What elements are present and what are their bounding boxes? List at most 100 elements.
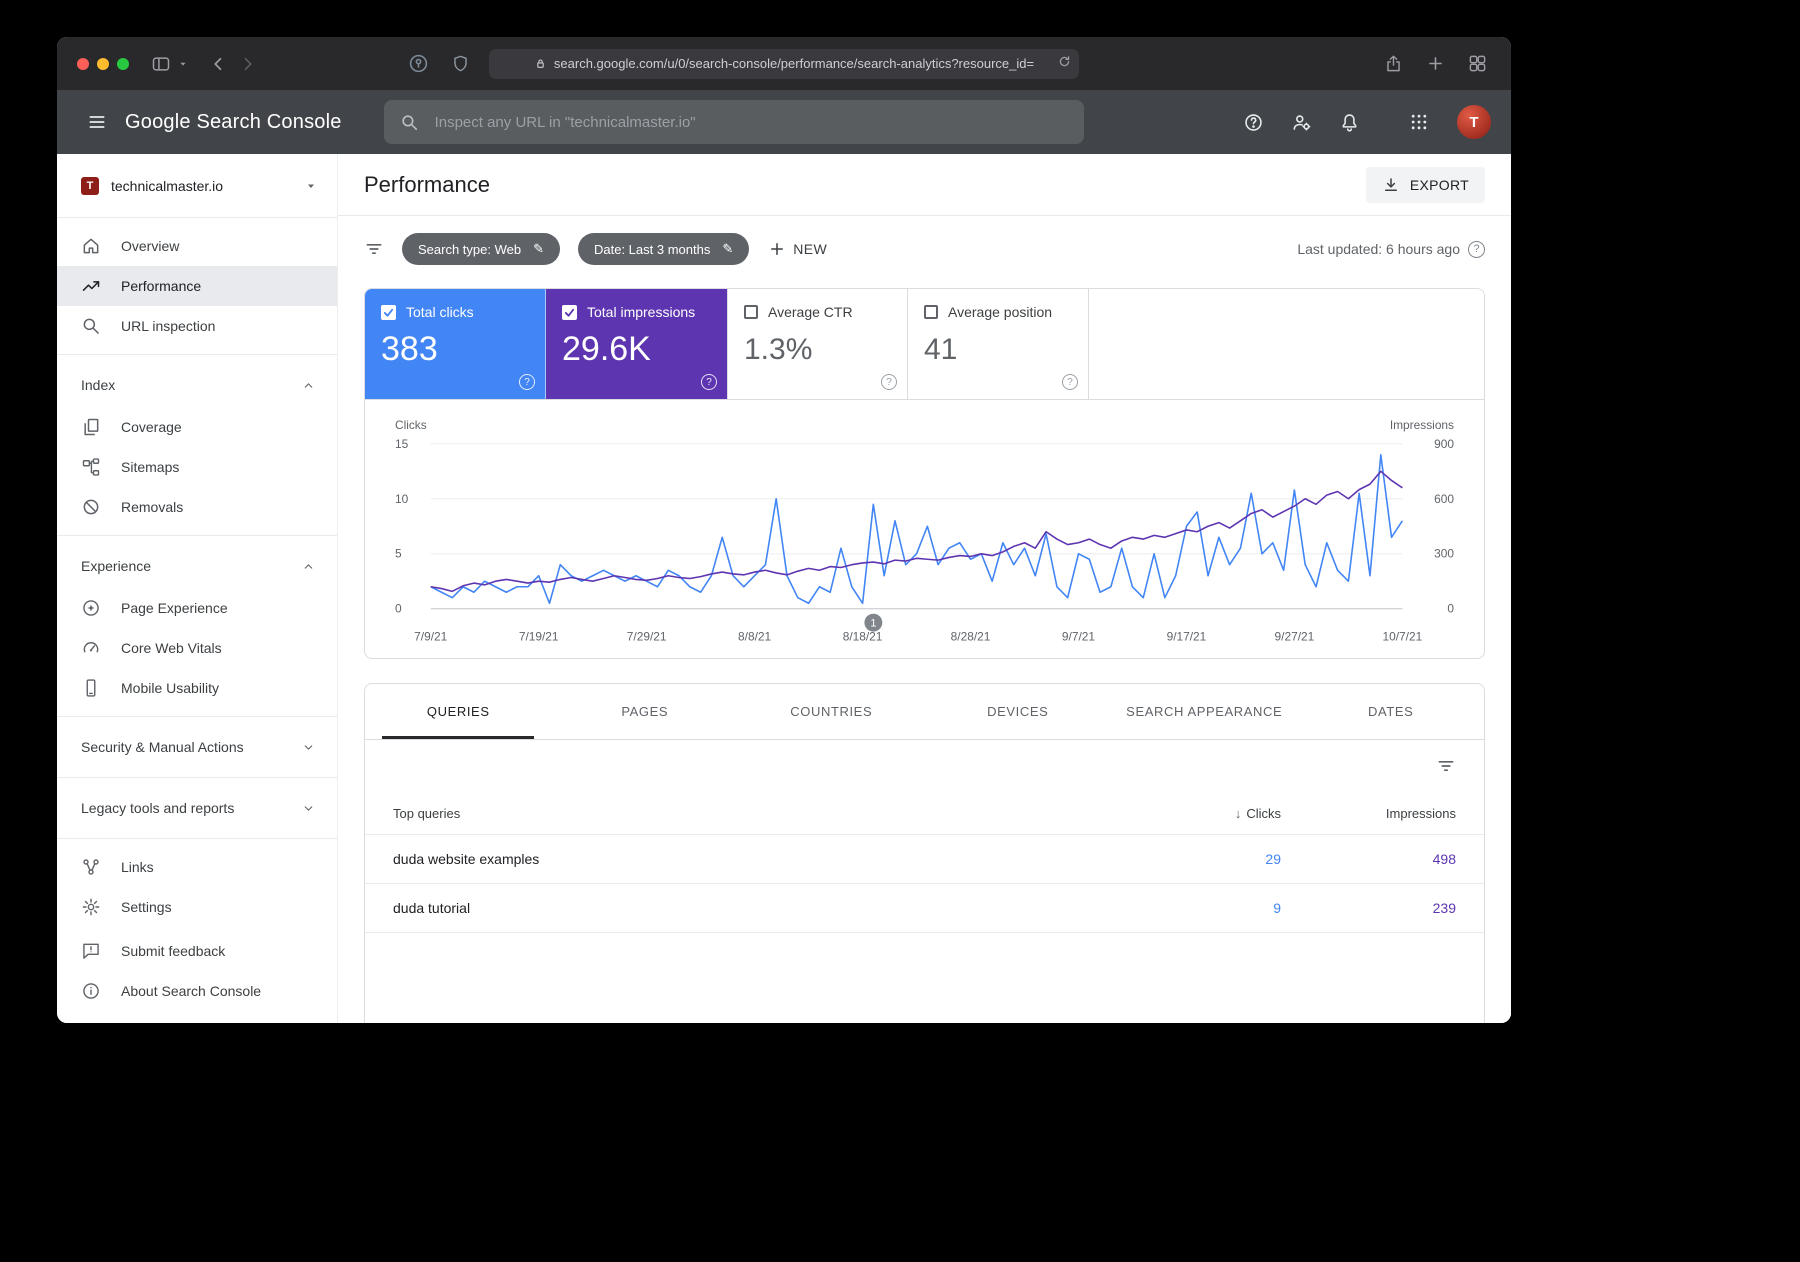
sidebar-item-overview[interactable]: Overview — [57, 226, 337, 266]
checkbox-checked-icon[interactable] — [381, 304, 396, 320]
tab-devices[interactable]: DEVICES — [925, 684, 1112, 739]
chip-label: Date: Last 3 months — [594, 241, 711, 257]
tab-pages[interactable]: PAGES — [552, 684, 739, 739]
url-inspect-input[interactable] — [432, 112, 1068, 132]
sidebar-item-performance[interactable]: Performance — [57, 266, 337, 306]
section-header-index[interactable]: Index — [57, 363, 337, 407]
sidebar-item-core-web-vitals[interactable]: Core Web Vitals — [57, 628, 337, 668]
forward-button[interactable] — [233, 50, 261, 78]
table-toolbar — [365, 740, 1484, 792]
metric-tile-average-ctr[interactable]: Average CTR 1.3% ? — [727, 289, 908, 399]
section-header-legacy-tools[interactable]: Legacy tools and reports — [57, 786, 337, 830]
zoom-window-button[interactable] — [117, 57, 129, 70]
help-icon[interactable]: ? — [1468, 240, 1485, 258]
performance-line-chart[interactable]: Clicks Impressions 0 5 10 15 0 300 600 900 7/9/21 7… — [391, 414, 1458, 654]
checkbox-checked-icon[interactable] — [562, 304, 577, 320]
metric-value: 29.6K — [562, 330, 651, 368]
svg-text:0: 0 — [1447, 602, 1454, 616]
shield-extension-icon[interactable] — [446, 50, 474, 78]
sidebar-item-sitemaps[interactable]: Sitemaps — [57, 447, 337, 487]
divider — [57, 535, 337, 536]
sidebar-toggle-icon[interactable] — [147, 50, 175, 78]
sidebar-item-url-inspection[interactable]: URL inspection — [57, 306, 337, 346]
metric-tile-average-position[interactable]: Average position 41 ? — [908, 289, 1089, 399]
chrome-right-buttons — [1379, 50, 1491, 78]
google-apps-grid-icon[interactable] — [1399, 102, 1439, 142]
tab-queries[interactable]: QUERIES — [365, 684, 552, 739]
back-button[interactable] — [205, 50, 233, 78]
property-selector[interactable]: T technicalmaster.io — [57, 154, 337, 218]
query-cell[interactable]: duda tutorial — [393, 900, 1106, 916]
sidebar-item-removals[interactable]: Removals — [57, 487, 337, 527]
table-filter-icon[interactable] — [1436, 756, 1456, 776]
tab-dates[interactable]: DATES — [1298, 684, 1485, 739]
section-header-security[interactable]: Security & Manual Actions — [57, 725, 337, 769]
metric-tile-total-clicks[interactable]: Total clicks 383 ? — [365, 289, 546, 399]
query-cell[interactable]: duda website examples — [393, 851, 1106, 867]
edit-pencil-icon: ✎ — [722, 241, 734, 256]
sidebar-item-page-experience[interactable]: Page Experience — [57, 588, 337, 628]
minimize-window-button[interactable] — [97, 57, 109, 70]
app-logo[interactable]: Google Search Console — [125, 111, 342, 134]
sidebar-item-about[interactable]: About Search Console — [57, 971, 337, 1011]
sidebar-item-coverage[interactable]: Coverage — [57, 407, 337, 447]
metric-value: 41 — [924, 333, 958, 366]
svg-text:7/19/21: 7/19/21 — [519, 630, 559, 644]
section-label: Index — [81, 377, 116, 393]
trending-up-icon — [81, 276, 101, 296]
sidebar-item-label: URL inspection — [121, 318, 216, 334]
sidebar-item-settings[interactable]: Settings — [57, 887, 337, 927]
url-inspect-searchbar[interactable] — [383, 100, 1084, 144]
sidebar-caret-icon[interactable] — [175, 50, 191, 78]
section-header-experience[interactable]: Experience — [57, 544, 337, 588]
filter-chip-date-range[interactable]: Date: Last 3 months ✎ — [578, 233, 750, 265]
impressions-cell: 498 — [1432, 851, 1456, 868]
column-header-queries[interactable]: Top queries — [393, 806, 1106, 821]
help-icon[interactable] — [1233, 102, 1273, 142]
table-row[interactable]: duda tutorial 9 239 — [365, 883, 1484, 932]
chevron-up-icon — [302, 560, 315, 573]
help-icon[interactable]: ? — [519, 374, 535, 390]
tab-overview-icon[interactable] — [1463, 50, 1491, 78]
sidebar-item-submit-feedback[interactable]: Submit feedback — [57, 931, 337, 971]
traffic-lights — [77, 57, 129, 70]
hamburger-menu-icon[interactable] — [77, 102, 117, 142]
svg-text:8/28/21: 8/28/21 — [951, 630, 991, 644]
new-filter-button[interactable]: NEW — [767, 239, 827, 259]
help-icon[interactable]: ? — [881, 374, 897, 390]
svg-text:10: 10 — [395, 492, 409, 506]
manage-accounts-icon[interactable] — [1281, 102, 1321, 142]
svg-text:8/18/21: 8/18/21 — [843, 630, 883, 644]
share-icon[interactable] — [1379, 50, 1407, 78]
checkbox-unchecked-icon[interactable] — [744, 305, 758, 319]
filter-chip-search-type[interactable]: Search type: Web ✎ — [402, 233, 560, 265]
sidebar-item-mobile-usability[interactable]: Mobile Usability — [57, 668, 337, 708]
search-icon — [81, 316, 101, 336]
tab-countries[interactable]: COUNTRIES — [738, 684, 925, 739]
metric-tile-total-impressions[interactable]: Total impressions 29.6K ? — [546, 289, 727, 399]
export-button[interactable]: EXPORT — [1365, 166, 1485, 203]
help-icon[interactable]: ? — [1062, 374, 1078, 390]
svg-text:15: 15 — [395, 437, 409, 451]
avatar[interactable]: T — [1457, 105, 1491, 139]
divider — [57, 354, 337, 355]
speedometer-icon — [81, 638, 101, 658]
new-tab-icon[interactable] — [1421, 50, 1449, 78]
impressions-cell: 239 — [1432, 900, 1456, 917]
tab-search-appearance[interactable]: SEARCH APPEARANCE — [1111, 684, 1298, 739]
table-row[interactable]: duda website examples 29 498 — [365, 834, 1484, 883]
address-bar[interactable]: search.google.com/u/0/search-console/per… — [489, 48, 1079, 79]
sidebar-item-links[interactable]: Links — [57, 847, 337, 887]
password-manager-extension-icon[interactable] — [404, 50, 432, 78]
column-header-clicks[interactable]: ↓ Clicks — [1106, 806, 1281, 821]
checkbox-unchecked-icon[interactable] — [924, 305, 938, 319]
gear-icon — [81, 897, 101, 917]
column-header-impressions[interactable]: Impressions — [1281, 806, 1456, 821]
divider — [57, 777, 337, 778]
help-icon[interactable]: ? — [701, 374, 717, 390]
refresh-icon[interactable] — [1057, 54, 1072, 74]
notifications-bell-icon[interactable] — [1329, 102, 1369, 142]
filter-list-icon[interactable] — [364, 239, 384, 259]
close-window-button[interactable] — [77, 57, 89, 70]
section-label: Experience — [81, 558, 152, 574]
